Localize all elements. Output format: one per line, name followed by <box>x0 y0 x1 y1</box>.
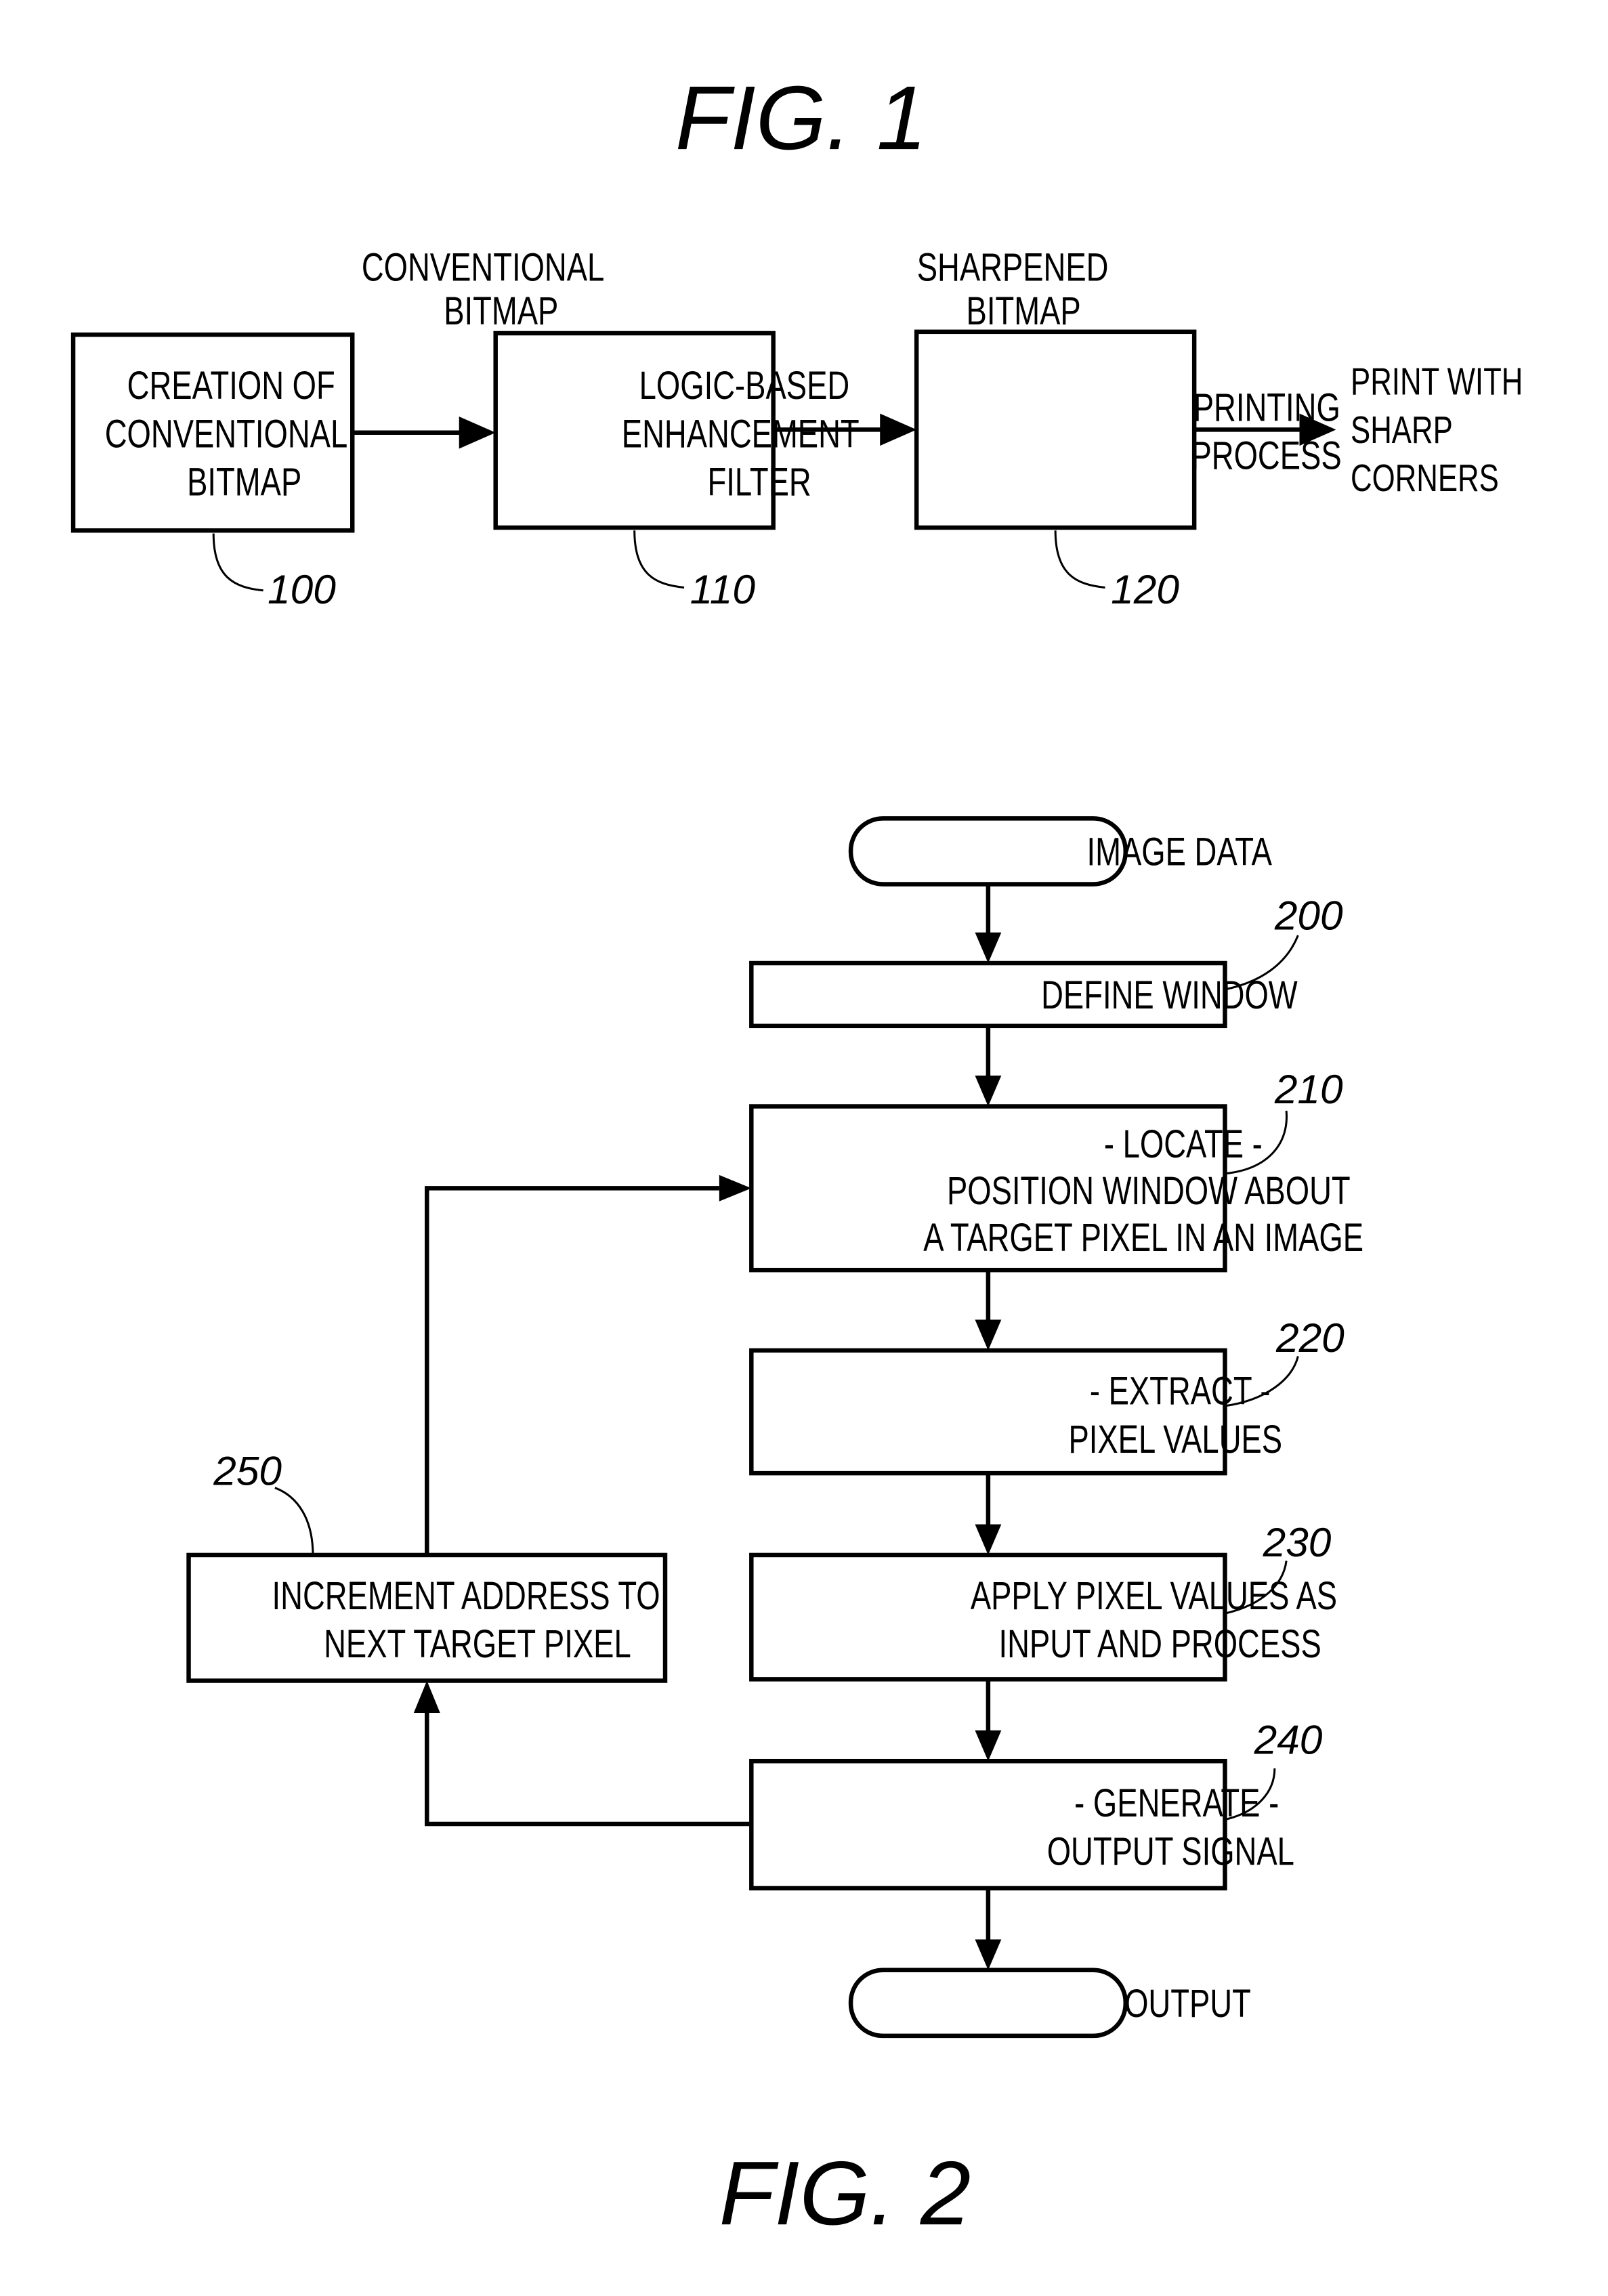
arrow-240-to-250 <box>425 1713 752 1827</box>
block-100-creation-of-conventional-bitmap: CREATION OF CONVENTIONAL BITMAP <box>70 332 355 533</box>
step-250-increment-address: INCREMENT ADDRESS TO NEXT TARGET PIXEL <box>186 1552 668 1683</box>
ref-numeral-210: 210 <box>1274 1066 1343 1112</box>
arrowhead-100-to-110 <box>459 416 496 449</box>
edge-label-sharpened: SHARPENED <box>917 246 1109 290</box>
output-label-line-3: CORNERS <box>1351 456 1499 500</box>
ref-numeral-240: 240 <box>1254 1716 1323 1762</box>
step-210-line-3: A TARGET PIXEL IN AN IMAGE <box>923 1216 1363 1260</box>
block-120-line-2: PROCESS <box>1191 434 1341 478</box>
step-240-generate: - GENERATE - OUTPUT SIGNAL <box>749 1758 1294 1891</box>
block-100-line-3: BITMAP <box>187 461 301 505</box>
edge-label-conventional: CONVENTIONAL <box>362 246 604 290</box>
step-240-line-2: OUTPUT SIGNAL <box>1047 1830 1294 1874</box>
block-100-line-1: CREATION OF <box>127 364 335 408</box>
block-110-line-1: LOGIC-BASED <box>639 364 850 408</box>
step-220-extract: - EXTRACT - PIXEL VALUES <box>749 1348 1282 1476</box>
output-label-line-1: PRINT WITH <box>1351 360 1523 403</box>
step-210-line-1: - LOCATE - <box>1104 1123 1263 1167</box>
arrowhead-110-to-120 <box>880 413 917 446</box>
ref-numeral-120: 120 <box>1111 566 1179 612</box>
step-220-line-1: - EXTRACT - <box>1090 1369 1271 1413</box>
ref-numeral-230: 230 <box>1263 1519 1332 1565</box>
arrowhead-240-to-end <box>975 1939 1002 1970</box>
terminator-image-data-label: IMAGE DATA <box>1087 830 1273 874</box>
step-210-locate: - LOCATE - POSITION WINDOW ABOUT A TARGE… <box>749 1104 1363 1273</box>
ref-numeral-110: 110 <box>690 566 756 612</box>
output-label-line-2: SHARP <box>1351 408 1453 452</box>
ref-numeral-250: 250 <box>213 1447 282 1493</box>
arrowhead-230-to-240 <box>975 1730 1002 1762</box>
step-240-line-1: - GENERATE - <box>1074 1782 1279 1826</box>
fig1-title: FIG. 1 <box>675 68 927 169</box>
ref-numeral-100: 100 <box>268 566 336 612</box>
ref-numeral-220: 220 <box>1275 1315 1345 1361</box>
step-200-line-1: DEFINE WINDOW <box>1041 974 1298 1018</box>
block-110-line-3: FILTER <box>708 461 811 505</box>
step-230-line-2: INPUT AND PROCESS <box>998 1623 1321 1667</box>
leader-line-110 <box>633 530 685 589</box>
patent-drawing-sheet: FIG. 1 CREATION OF CONVENTIONAL BITMAP 1… <box>70 68 1523 2244</box>
step-250-line-1: INCREMENT ADDRESS TO <box>272 1575 660 1619</box>
terminator-output-label: OUTPUT <box>1124 1982 1251 2026</box>
edge-label-bitmap-1: BITMAP <box>444 290 558 334</box>
arrowhead-start-to-200 <box>975 932 1002 964</box>
step-220-line-2: PIXEL VALUES <box>1068 1418 1282 1462</box>
step-200-define-window: DEFINE WINDOW <box>749 960 1298 1029</box>
step-250-line-2: NEXT TARGET PIXEL <box>324 1623 631 1667</box>
arrowhead-240-to-250 <box>413 1680 440 1714</box>
terminator-image-data: IMAGE DATA <box>848 816 1273 887</box>
arrowhead-220-to-230 <box>975 1524 1002 1555</box>
terminator-output: OUTPUT <box>848 1968 1251 2039</box>
arrowhead-210-to-220 <box>975 1319 1002 1351</box>
ref-numeral-200: 200 <box>1274 892 1343 938</box>
arrow-250-to-210 <box>425 1186 719 1555</box>
leader-line-250 <box>274 1487 314 1555</box>
leader-line-100 <box>212 533 263 592</box>
step-210-line-2: POSITION WINDOW ABOUT <box>947 1170 1351 1214</box>
step-230-line-1: APPLY PIXEL VALUES AS <box>971 1575 1337 1619</box>
arrowhead-200-to-210 <box>975 1076 1002 1107</box>
arrowhead-250-to-210 <box>719 1174 752 1202</box>
fig2-title: FIG. 2 <box>719 2143 971 2244</box>
step-230-apply-pixel-values: APPLY PIXEL VALUES AS INPUT AND PROCESS <box>749 1552 1337 1682</box>
block-110-line-2: ENHANCEMENT <box>622 412 860 456</box>
block-100-line-2: CONVENTIONAL <box>105 412 347 456</box>
edge-label-bitmap-2: BITMAP <box>967 290 1081 334</box>
leader-line-120 <box>1054 530 1105 589</box>
